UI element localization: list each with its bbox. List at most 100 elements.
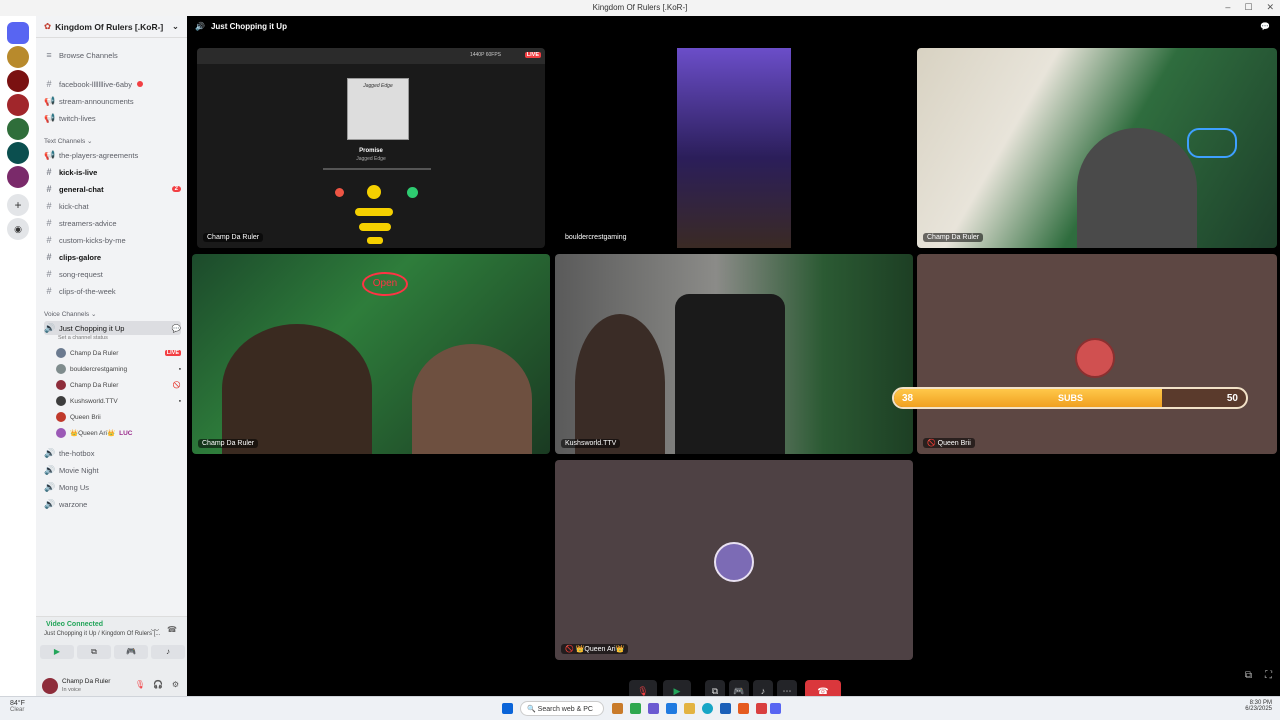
weather-widget[interactable]: 84°F Clear [10, 700, 25, 713]
browse-label: Browse Channels [59, 50, 118, 60]
connection-location: Just Chopping it Up / Kingdom Of Rulers … [44, 631, 161, 637]
channel-item[interactable]: 📢 the-players-agreements [44, 148, 181, 162]
voice-channel[interactable]: 🔊 warzone [44, 497, 181, 511]
activity-button[interactable]: 🎮 [114, 645, 148, 659]
voice-user[interactable]: Kushsworld.TTV ▪ [56, 394, 181, 408]
chat-icon[interactable]: 💬 [172, 324, 181, 333]
user-tag: LUC [119, 429, 133, 437]
channel-twitch[interactable]: 📢 twitch-lives [44, 111, 181, 125]
channel-item[interactable]: # custom-kicks-by-me [44, 233, 181, 247]
fullscreen-icon[interactable]: ⛶ [1265, 670, 1272, 681]
discord-taskbar-icon[interactable] [770, 703, 781, 714]
server-icon[interactable] [7, 70, 29, 92]
server-icon[interactable] [7, 166, 29, 188]
close-button[interactable] [335, 188, 344, 197]
discord-home-icon[interactable] [7, 22, 29, 44]
voice-channel[interactable]: 🔊 the-hotbox [44, 446, 181, 460]
folder-icon[interactable] [684, 703, 695, 714]
voice-channel-active[interactable]: 🔊 Just Chopping it Up 💬 [44, 321, 181, 335]
pill-button[interactable] [355, 208, 393, 216]
video-tile[interactable]: bouldercrestgaming [555, 48, 913, 248]
user-panel: Champ Da Ruler In voice 🎙 🎧 ⚙ [36, 676, 187, 696]
channel-announcements[interactable]: 📢 stream-announcments [44, 94, 181, 108]
app-icon[interactable] [738, 703, 749, 714]
channel-item[interactable]: # general-chat 2 [44, 182, 181, 196]
app-icon[interactable] [612, 703, 623, 714]
channel-item[interactable]: # clips-galore [44, 250, 181, 264]
hash-icon: # [46, 201, 52, 211]
channel-label: general-chat [59, 184, 104, 194]
voice-channel[interactable]: 🔊 Movie Night [44, 463, 181, 477]
edge-icon[interactable] [702, 703, 713, 714]
pill-button[interactable] [367, 237, 383, 244]
maximize-icon[interactable]: ☐ [1244, 2, 1252, 13]
pause-button[interactable] [367, 185, 381, 199]
category-voice[interactable]: Voice Channels ⌄ [44, 310, 96, 318]
taskbar-search[interactable]: 🔍 Search web & PC [520, 701, 604, 716]
user-avatar[interactable] [42, 678, 58, 694]
voice-channel-label: warzone [59, 499, 88, 509]
app-icon[interactable] [648, 703, 659, 714]
clock-date: 6/23/2025 [1245, 706, 1272, 712]
category-text[interactable]: Text Channels ⌄ [44, 137, 92, 145]
chat-bubble-icon[interactable]: 💬 [1260, 22, 1270, 31]
subs-goal-bar: 38 SUBS 50 [892, 387, 1248, 409]
minimize-icon[interactable]: – [1225, 2, 1230, 13]
voice-user[interactable]: Champ Da Ruler LIVE [56, 346, 181, 360]
popout-icon[interactable]: ⧉ [1245, 670, 1252, 681]
app-icon[interactable] [756, 703, 767, 714]
server-header[interactable]: ✿ Kingdom Of Rulers [.KoR-] ⌄ [36, 16, 187, 38]
channel-facebook[interactable]: # facebook-lllllllive-6aby [44, 77, 181, 91]
browse-channels[interactable]: ≡ Browse Channels [44, 48, 181, 62]
muted-icon: 🚫 [927, 440, 938, 447]
server-icon[interactable] [7, 142, 29, 164]
mic-muted-icon[interactable]: 🎙 [135, 680, 145, 689]
channel-status[interactable]: Set a channel status [58, 335, 108, 341]
voice-user[interactable]: 👑Queen Ari👑 LUC [56, 426, 181, 440]
channel-label: song-request [59, 269, 103, 279]
speaker-icon: 🔊 [44, 464, 56, 475]
channel-item[interactable]: # kick-chat [44, 199, 181, 213]
video-tile[interactable]: 🚫 Queen Brii [917, 254, 1277, 454]
app-icon[interactable] [630, 703, 641, 714]
channel-label: twitch-lives [59, 113, 96, 123]
store-icon[interactable] [720, 703, 731, 714]
channel-item[interactable]: # clips-of-the-week [44, 284, 181, 298]
add-server-icon[interactable]: + [7, 194, 29, 216]
camera-button[interactable]: ▶ [40, 645, 74, 659]
screen-share-button[interactable]: ⧉ [77, 645, 111, 659]
voice-user[interactable]: bouldercrestgaming ▪ [56, 362, 181, 376]
voice-channel-label: Movie Night [59, 465, 99, 475]
close-icon[interactable]: ✕ [1266, 2, 1274, 13]
disconnect-icon[interactable]: ☎ [167, 625, 177, 634]
video-tile[interactable]: 🚫 👑Queen Ari👑 [555, 460, 913, 660]
noise-suppression-icon[interactable]: 〰 [151, 625, 159, 636]
server-icon[interactable] [7, 46, 29, 68]
video-tile-screenshare[interactable]: 1440P 60FPS LIVE Jagged Edge Promise Jag… [197, 48, 545, 248]
pill-button[interactable] [359, 223, 391, 231]
chevron-down-icon[interactable]: ⌄ [172, 21, 179, 32]
soundboard-button[interactable]: ♪ [151, 645, 185, 659]
video-tile[interactable]: Kushsworld.TTV [555, 254, 913, 454]
subs-goal: 50 [1226, 393, 1238, 404]
video-tile[interactable]: Champ Da Ruler [917, 48, 1277, 248]
channel-item[interactable]: # streamers-advice [44, 216, 181, 230]
channel-item[interactable]: # kick-is-live [44, 165, 181, 179]
discover-icon[interactable]: ◉ [7, 218, 29, 240]
voice-user[interactable]: Champ Da Ruler 🚫 [56, 378, 181, 392]
user-name: Champ Da Ruler [62, 678, 111, 685]
server-icon[interactable] [7, 94, 29, 116]
channel-item[interactable]: # song-request [44, 267, 181, 281]
deafen-icon[interactable]: 🎧 [153, 680, 163, 689]
hash-icon: # [46, 218, 52, 228]
voice-user[interactable]: Queen Brii [56, 410, 181, 424]
video-tile[interactable]: Open Champ Da Ruler [192, 254, 550, 454]
clock[interactable]: 8:30 PM 6/23/2025 [1245, 700, 1272, 712]
gear-icon[interactable]: ⚙ [172, 680, 179, 689]
progress-bar[interactable] [323, 168, 431, 170]
start-icon[interactable] [502, 703, 513, 714]
add-button[interactable] [407, 187, 418, 198]
app-icon[interactable] [666, 703, 677, 714]
voice-channel[interactable]: 🔊 Mong Us [44, 480, 181, 494]
server-icon[interactable] [7, 118, 29, 140]
